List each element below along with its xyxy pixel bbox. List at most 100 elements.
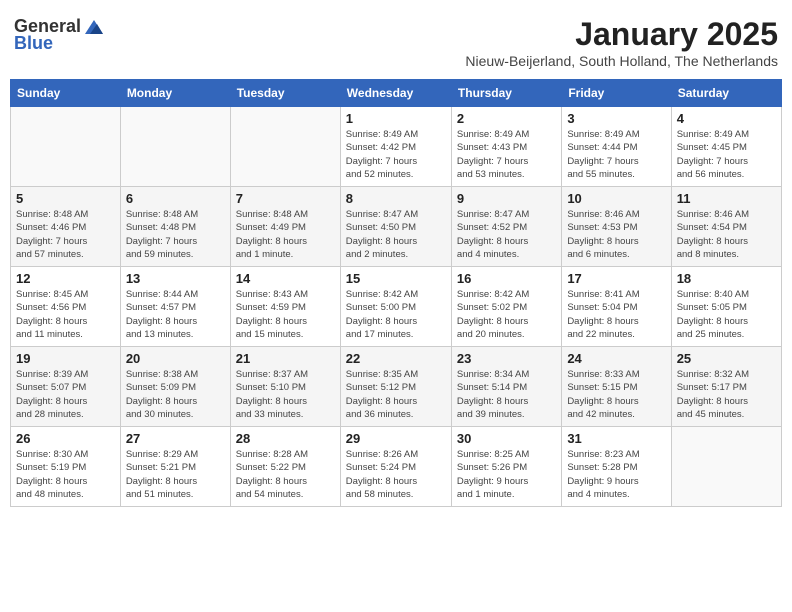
title-section: January 2025 Nieuw-Beijerland, South Hol… [465, 16, 778, 69]
day-info: Sunrise: 8:47 AM Sunset: 4:50 PM Dayligh… [346, 208, 446, 261]
day-number: 10 [567, 191, 665, 206]
day-header-thursday: Thursday [451, 80, 561, 107]
day-info: Sunrise: 8:41 AM Sunset: 5:04 PM Dayligh… [567, 288, 665, 341]
calendar-cell: 23 Sunrise: 8:34 AM Sunset: 5:14 PM Dayli… [451, 347, 561, 427]
calendar-cell: 10Sunrise: 8:46 AM Sunset: 4:53 PM Dayli… [562, 187, 671, 267]
calendar-cell: 11 Sunrise: 8:46 AM Sunset: 4:54 PM Dayli… [671, 187, 781, 267]
day-info: Sunrise: 8:29 AM Sunset: 5:21 PM Dayligh… [126, 448, 225, 501]
day-number: 23 [457, 351, 556, 366]
day-number: 17 [567, 271, 665, 286]
day-number: 3 [567, 111, 665, 126]
calendar-cell: 15 Sunrise: 8:42 AM Sunset: 5:00 PM Dayli… [340, 267, 451, 347]
calendar-cell [230, 107, 340, 187]
day-info: Sunrise: 8:37 AM Sunset: 5:10 PM Dayligh… [236, 368, 335, 421]
day-number: 15 [346, 271, 446, 286]
calendar-week-row: 1 Sunrise: 8:49 AM Sunset: 4:42 PM Daylig… [11, 107, 782, 187]
day-number: 13 [126, 271, 225, 286]
day-number: 20 [126, 351, 225, 366]
day-info: Sunrise: 8:35 AM Sunset: 5:12 PM Dayligh… [346, 368, 446, 421]
day-number: 7 [236, 191, 335, 206]
day-info: Sunrise: 8:43 AM Sunset: 4:59 PM Dayligh… [236, 288, 335, 341]
day-info: Sunrise: 8:26 AM Sunset: 5:24 PM Dayligh… [346, 448, 446, 501]
day-info: Sunrise: 8:48 AM Sunset: 4:46 PM Dayligh… [16, 208, 115, 261]
calendar-table: SundayMondayTuesdayWednesdayThursdayFrid… [10, 79, 782, 507]
location-text: Nieuw-Beijerland, South Holland, The Net… [465, 53, 778, 69]
calendar-cell [120, 107, 230, 187]
day-info: Sunrise: 8:23 AM Sunset: 5:28 PM Dayligh… [567, 448, 665, 501]
calendar-cell: 26 Sunrise: 8:30 AM Sunset: 5:19 PM Dayli… [11, 427, 121, 507]
day-info: Sunrise: 8:40 AM Sunset: 5:05 PM Dayligh… [677, 288, 776, 341]
day-number: 29 [346, 431, 446, 446]
day-number: 30 [457, 431, 556, 446]
day-number: 19 [16, 351, 115, 366]
day-number: 16 [457, 271, 556, 286]
day-info: Sunrise: 8:28 AM Sunset: 5:22 PM Dayligh… [236, 448, 335, 501]
calendar-week-row: 12 Sunrise: 8:45 AM Sunset: 4:56 PM Dayli… [11, 267, 782, 347]
month-year-title: January 2025 [465, 16, 778, 53]
day-number: 26 [16, 431, 115, 446]
calendar-cell: 30 Sunrise: 8:25 AM Sunset: 5:26 PM Dayli… [451, 427, 561, 507]
calendar-cell: 27Sunrise: 8:29 AM Sunset: 5:21 PM Dayli… [120, 427, 230, 507]
day-number: 8 [346, 191, 446, 206]
day-info: Sunrise: 8:44 AM Sunset: 4:57 PM Dayligh… [126, 288, 225, 341]
calendar-cell: 31 Sunrise: 8:23 AM Sunset: 5:28 PM Dayli… [562, 427, 671, 507]
calendar-cell: 25 Sunrise: 8:32 AM Sunset: 5:17 PM Dayli… [671, 347, 781, 427]
calendar-cell: 4 Sunrise: 8:49 AM Sunset: 4:45 PM Daylig… [671, 107, 781, 187]
day-info: Sunrise: 8:46 AM Sunset: 4:54 PM Dayligh… [677, 208, 776, 261]
logo: General Blue [14, 16, 107, 54]
calendar-cell [11, 107, 121, 187]
day-number: 4 [677, 111, 776, 126]
calendar-cell: 22 Sunrise: 8:35 AM Sunset: 5:12 PM Dayli… [340, 347, 451, 427]
day-number: 31 [567, 431, 665, 446]
day-info: Sunrise: 8:33 AM Sunset: 5:15 PM Dayligh… [567, 368, 665, 421]
day-info: Sunrise: 8:34 AM Sunset: 5:14 PM Dayligh… [457, 368, 556, 421]
calendar-cell: 24 Sunrise: 8:33 AM Sunset: 5:15 PM Dayli… [562, 347, 671, 427]
calendar-cell: 6Sunrise: 8:48 AM Sunset: 4:48 PM Daylig… [120, 187, 230, 267]
calendar-cell: 5Sunrise: 8:48 AM Sunset: 4:46 PM Daylig… [11, 187, 121, 267]
calendar-cell: 2 Sunrise: 8:49 AM Sunset: 4:43 PM Daylig… [451, 107, 561, 187]
calendar-cell: 20 Sunrise: 8:38 AM Sunset: 5:09 PM Dayli… [120, 347, 230, 427]
calendar-cell: 28 Sunrise: 8:28 AM Sunset: 5:22 PM Dayli… [230, 427, 340, 507]
day-number: 25 [677, 351, 776, 366]
day-info: Sunrise: 8:47 AM Sunset: 4:52 PM Dayligh… [457, 208, 556, 261]
day-number: 22 [346, 351, 446, 366]
calendar-header-row: SundayMondayTuesdayWednesdayThursdayFrid… [11, 80, 782, 107]
calendar-cell [671, 427, 781, 507]
day-info: Sunrise: 8:25 AM Sunset: 5:26 PM Dayligh… [457, 448, 556, 501]
page-header: General Blue January 2025 Nieuw-Beijerla… [10, 10, 782, 75]
calendar-cell: 29 Sunrise: 8:26 AM Sunset: 5:24 PM Dayli… [340, 427, 451, 507]
day-header-sunday: Sunday [11, 80, 121, 107]
day-header-tuesday: Tuesday [230, 80, 340, 107]
day-info: Sunrise: 8:32 AM Sunset: 5:17 PM Dayligh… [677, 368, 776, 421]
calendar-cell: 21 Sunrise: 8:37 AM Sunset: 5:10 PM Dayli… [230, 347, 340, 427]
day-info: Sunrise: 8:39 AM Sunset: 5:07 PM Dayligh… [16, 368, 115, 421]
day-header-friday: Friday [562, 80, 671, 107]
day-number: 2 [457, 111, 556, 126]
day-number: 14 [236, 271, 335, 286]
day-number: 12 [16, 271, 115, 286]
day-number: 1 [346, 111, 446, 126]
calendar-week-row: 19 Sunrise: 8:39 AM Sunset: 5:07 PM Dayli… [11, 347, 782, 427]
day-info: Sunrise: 8:48 AM Sunset: 4:49 PM Dayligh… [236, 208, 335, 261]
calendar-cell: 17 Sunrise: 8:41 AM Sunset: 5:04 PM Dayli… [562, 267, 671, 347]
day-number: 21 [236, 351, 335, 366]
calendar-cell: 19 Sunrise: 8:39 AM Sunset: 5:07 PM Dayli… [11, 347, 121, 427]
day-info: Sunrise: 8:30 AM Sunset: 5:19 PM Dayligh… [16, 448, 115, 501]
day-info: Sunrise: 8:49 AM Sunset: 4:42 PM Dayligh… [346, 128, 446, 181]
day-info: Sunrise: 8:38 AM Sunset: 5:09 PM Dayligh… [126, 368, 225, 421]
day-header-monday: Monday [120, 80, 230, 107]
calendar-cell: 18 Sunrise: 8:40 AM Sunset: 5:05 PM Dayli… [671, 267, 781, 347]
day-info: Sunrise: 8:45 AM Sunset: 4:56 PM Dayligh… [16, 288, 115, 341]
day-info: Sunrise: 8:42 AM Sunset: 5:00 PM Dayligh… [346, 288, 446, 341]
day-info: Sunrise: 8:49 AM Sunset: 4:43 PM Dayligh… [457, 128, 556, 181]
calendar-cell: 9Sunrise: 8:47 AM Sunset: 4:52 PM Daylig… [451, 187, 561, 267]
day-number: 18 [677, 271, 776, 286]
day-number: 28 [236, 431, 335, 446]
calendar-week-row: 26 Sunrise: 8:30 AM Sunset: 5:19 PM Dayli… [11, 427, 782, 507]
day-header-saturday: Saturday [671, 80, 781, 107]
calendar-cell: 16Sunrise: 8:42 AM Sunset: 5:02 PM Dayli… [451, 267, 561, 347]
day-info: Sunrise: 8:49 AM Sunset: 4:45 PM Dayligh… [677, 128, 776, 181]
calendar-week-row: 5Sunrise: 8:48 AM Sunset: 4:46 PM Daylig… [11, 187, 782, 267]
day-number: 24 [567, 351, 665, 366]
day-number: 11 [677, 191, 776, 206]
